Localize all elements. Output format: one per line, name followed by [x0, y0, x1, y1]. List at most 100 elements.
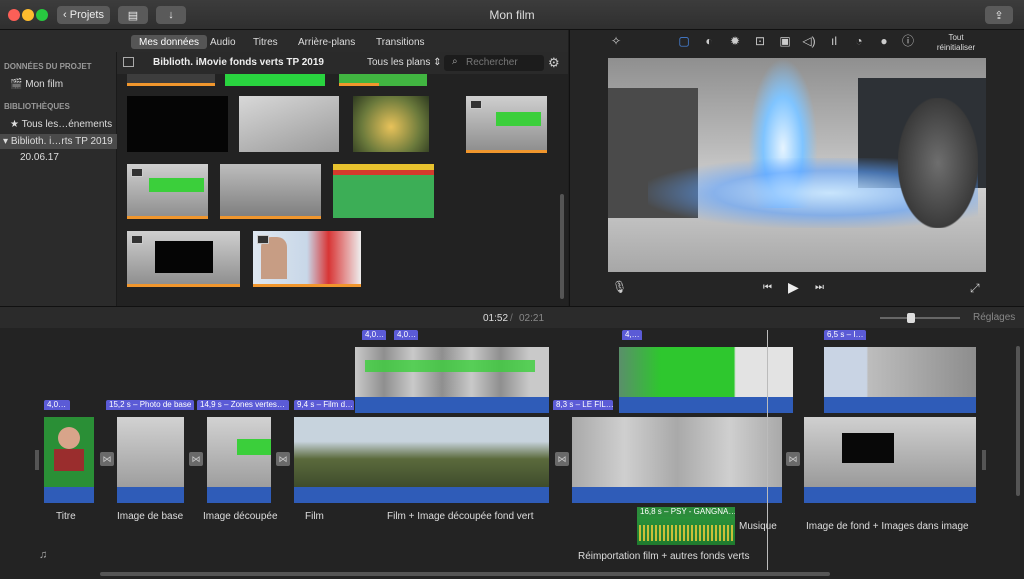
connected-clip-label: 4,0… — [394, 330, 418, 340]
clip-used-bar — [466, 150, 547, 153]
gear-icon[interactable]: ⚙ — [548, 55, 560, 71]
skip-forward-icon[interactable]: ⏭ — [815, 282, 824, 293]
search-field[interactable]: ⌕ Rechercher — [444, 55, 544, 71]
current-time: 01:52 — [483, 313, 509, 324]
timeline-vertical-scrollbar[interactable] — [1016, 346, 1020, 496]
library-all-events[interactable]: ★ Tous les…énements — [10, 119, 112, 130]
clip-thumbnail[interactable] — [239, 96, 339, 152]
caption-titre: Titre — [56, 511, 76, 522]
camera-icon — [257, 235, 269, 244]
tv-screen — [842, 433, 894, 463]
title-clip[interactable] — [44, 417, 94, 503]
clip-thumbnail[interactable] — [253, 231, 361, 286]
clip-used-bar — [339, 83, 379, 86]
sidebar-toggle-icon[interactable] — [123, 57, 134, 67]
film-clip[interactable] — [294, 417, 549, 503]
camera-icon — [131, 235, 143, 244]
library-bar: Biblioth. iMovie fonds verts TP 2019 Tou… — [117, 52, 568, 74]
reimport-clip[interactable] — [572, 417, 782, 503]
clip-filter-select[interactable]: Tous les plans ⇕ — [367, 57, 442, 68]
microphone-icon[interactable]: 🎙 — [612, 280, 627, 294]
tv-screen — [155, 241, 213, 273]
transition-icon[interactable]: ⋈ — [100, 452, 114, 466]
play-icon[interactable]: ▶ — [788, 279, 799, 296]
zoom-slider-thumb[interactable] — [907, 313, 915, 323]
tab-transitions[interactable]: Transitions — [368, 35, 433, 49]
playhead[interactable] — [767, 330, 768, 570]
equalizer-icon[interactable]: ıl — [827, 34, 841, 48]
clip-grid — [117, 74, 568, 306]
project-item[interactable]: 🎬 Mon film — [10, 79, 63, 90]
window-title: Mon film — [489, 8, 535, 22]
crop-icon[interactable]: ⊡ — [753, 34, 767, 48]
tab-titres[interactable]: Titres — [245, 35, 286, 49]
timeline-horizontal-scrollbar[interactable] — [100, 572, 830, 576]
transition-icon[interactable]: ⋈ — [189, 452, 203, 466]
project-header: DONNÉES DU PROJET — [4, 62, 92, 71]
music-note-icon: ♫ — [39, 549, 48, 561]
clip-thumbnail[interactable] — [127, 164, 208, 218]
crop-fit-icon[interactable]: ▢ — [677, 34, 691, 48]
clip-thumbnail[interactable] — [127, 231, 240, 286]
cutout-image-clip[interactable] — [207, 417, 271, 503]
skip-back-icon[interactable]: ⏮ — [763, 282, 772, 293]
speed-icon[interactable]: ◔ — [852, 34, 866, 48]
transition-icon[interactable]: ⋈ — [555, 452, 569, 466]
connected-green-clip[interactable] — [355, 347, 549, 413]
magic-wand-icon[interactable]: ✧ — [609, 34, 623, 48]
library-sidebar: DONNÉES DU PROJET 🎬 Mon film BIBLIOTHÈQU… — [0, 52, 117, 306]
clip-thumbnail[interactable] — [225, 74, 325, 86]
clip-label-film: 9,4 s – Film d… — [294, 400, 354, 410]
background-image-clip[interactable] — [804, 417, 976, 503]
camera-icon — [131, 168, 143, 177]
tab-mes-donnees[interactable]: Mes données — [131, 35, 208, 49]
stabilization-icon[interactable]: ▣ — [778, 34, 792, 48]
color-palette-icon[interactable]: ✹ — [728, 34, 742, 48]
color-balance-icon[interactable]: ◐ — [702, 34, 716, 48]
share-button[interactable]: ⇪ — [985, 6, 1013, 24]
browser-scrollbar[interactable] — [560, 194, 564, 299]
connected-clip-label: 6,5 s – I… — [824, 330, 866, 340]
timeline-header: 01:52 / 02:21 Réglages — [0, 306, 1024, 328]
search-placeholder: Rechercher — [466, 57, 518, 68]
clip-thumbnail[interactable] — [353, 96, 429, 152]
music-clip[interactable]: 16,8 s – PSY - GANGNA… — [637, 507, 735, 545]
caption-musique: Musique — [739, 521, 777, 532]
fullscreen-icon[interactable]: ⤢ — [970, 281, 980, 296]
clip-thumbnail[interactable] — [333, 164, 434, 218]
volume-icon[interactable]: ◁) — [802, 34, 816, 48]
reset-all-button[interactable]: Tout réinitialiser — [932, 33, 980, 53]
clip-used-bar — [253, 284, 361, 287]
base-image-clip[interactable] — [117, 417, 184, 503]
tab-arriere-plans[interactable]: Arrière-plans — [290, 35, 363, 49]
green-area — [496, 112, 541, 126]
library-title: Biblioth. iMovie fonds verts TP 2019 — [153, 57, 324, 68]
green-strip — [365, 360, 535, 372]
zoom-slider-track[interactable] — [880, 317, 960, 319]
person-head — [58, 427, 80, 449]
clip-label-green-zones: 14,9 s – Zones vertes… — [197, 400, 289, 410]
clip-thumbnail[interactable] — [127, 96, 228, 152]
info-icon[interactable]: ⓘ — [901, 34, 915, 48]
clip-label-base-photo: 15,2 s – Photo de base — [106, 400, 194, 410]
settings-button[interactable]: Réglages — [973, 312, 1015, 323]
timeline-end-handle[interactable] — [982, 450, 986, 470]
clip-label-le-film: 8,3 s – LE FIL… — [553, 400, 613, 410]
title-bar: ‹ Projets ▤ ↓ Mon film ⇪ — [0, 0, 1024, 30]
library-item-selected[interactable]: ▾ Biblioth. i…rts TP 2019 — [0, 134, 117, 149]
event-date-item[interactable]: 20.06.17 — [20, 152, 59, 163]
connected-news-clip[interactable] — [824, 347, 976, 413]
time-separator: / — [510, 313, 513, 324]
clip-used-bar — [220, 216, 321, 219]
clip-thumbnail[interactable] — [220, 164, 321, 218]
person-body — [54, 449, 84, 471]
transition-icon[interactable]: ⋈ — [786, 452, 800, 466]
clip-thumbnail[interactable] — [466, 96, 547, 152]
filter-icon[interactable]: ● — [877, 34, 891, 48]
timeline-start-handle[interactable] — [35, 450, 39, 470]
caption-image-de-base: Image de base — [117, 511, 184, 522]
transition-icon[interactable]: ⋈ — [276, 452, 290, 466]
tab-audio[interactable]: Audio — [202, 35, 244, 49]
audio-waveform — [639, 525, 733, 541]
caption-image-decoupee: Image découpée — [203, 511, 278, 522]
